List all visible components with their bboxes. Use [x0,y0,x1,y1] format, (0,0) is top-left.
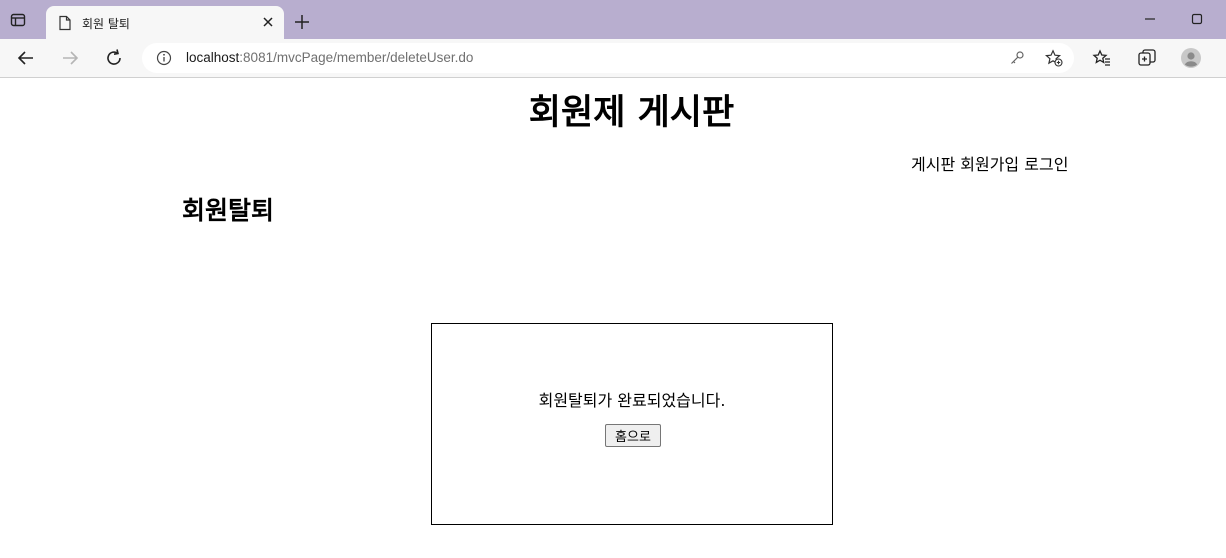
site-title: 회원제 게시판 [528,93,735,133]
menu-board-link[interactable]: 게시판 [911,155,955,174]
result-message: 회원탈퇴가 완료되었습니다. [538,391,726,410]
page-icon [59,15,71,31]
forward-arrow-icon[interactable] [60,48,80,68]
maximize-icon[interactable] [1190,12,1204,26]
browser-tabstrip: 회원 탈퇴 [0,0,1226,39]
section-title: 회원탈퇴 [182,196,275,225]
tab-actions-icon[interactable] [10,12,26,28]
address-bar[interactable]: localhost:8081/mvcPage/member/deleteUser… [142,43,1074,73]
close-icon[interactable] [262,16,274,28]
url-path: :8081/mvcPage/member/deleteUser.do [239,50,474,65]
tab-title: 회원 탈퇴 [82,17,130,31]
info-icon[interactable] [156,50,172,66]
menu-login-link[interactable]: 로그인 [1024,155,1068,174]
home-button[interactable]: 홈으로 [605,424,661,447]
new-tab-icon[interactable] [293,13,311,31]
browser-tab[interactable]: 회원 탈퇴 [46,6,284,39]
profile-avatar-icon[interactable] [1181,48,1201,68]
url-text[interactable]: localhost:8081/mvcPage/member/deleteUser… [186,50,473,65]
minimize-icon[interactable] [1143,12,1157,26]
menu-register-link[interactable]: 회원가입 [960,155,1019,174]
reload-icon[interactable] [104,48,124,68]
collections-icon[interactable] [1137,48,1157,68]
result-box: 회원탈퇴가 완료되었습니다. 홈으로 [431,323,833,525]
browser-toolbar: localhost:8081/mvcPage/member/deleteUser… [0,39,1226,78]
add-favorite-icon[interactable] [1045,49,1063,67]
favorites-icon[interactable] [1092,48,1112,68]
top-menu: 게시판 회원가입 로그인 [911,151,1068,175]
url-host: localhost [186,50,240,65]
back-arrow-icon[interactable] [16,48,36,68]
key-icon[interactable] [1009,50,1025,66]
